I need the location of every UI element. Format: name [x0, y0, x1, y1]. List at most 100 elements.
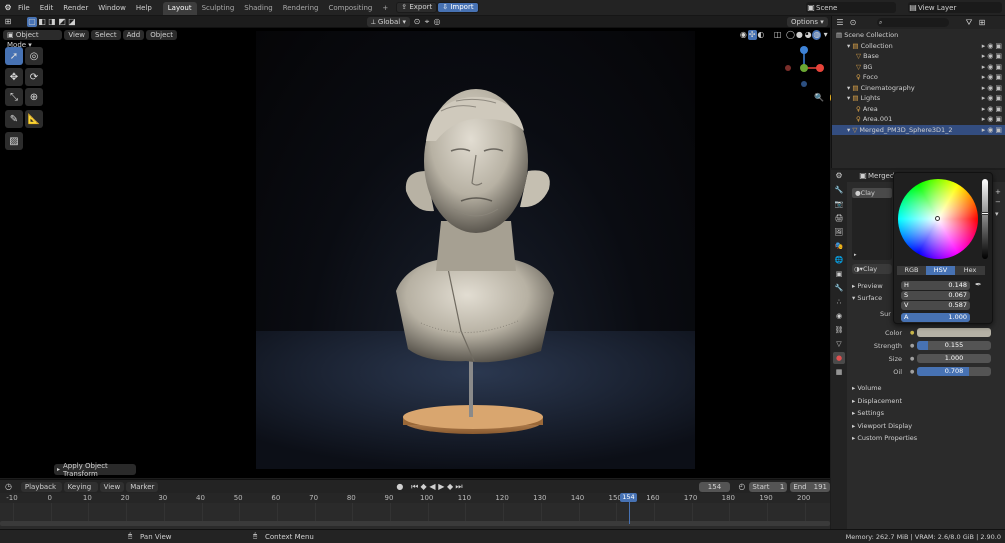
record-icon[interactable]: ●	[395, 482, 404, 492]
texture-tab-icon[interactable]: ▦	[833, 366, 845, 378]
slot-menu-icon[interactable]: ▾	[995, 210, 1003, 218]
tab-layout[interactable]: Layout	[162, 1, 197, 15]
tool-tab-icon[interactable]: 🔧	[833, 184, 845, 196]
output-tab-icon[interactable]: 🖨	[833, 212, 845, 224]
saturation-field[interactable]: S 0.067	[901, 291, 970, 300]
menu-keying[interactable]: Keying ▾	[63, 481, 98, 501]
editor-type-icon[interactable]: ⊞	[3, 17, 13, 27]
playhead-badge[interactable]: 154	[620, 493, 637, 502]
jump-keyframe-forward-icon[interactable]: ◆	[446, 482, 455, 492]
visibility-toggles-icon[interactable]: ▸◉▣	[982, 104, 1004, 115]
select-invert-icon[interactable]: ◩	[57, 17, 67, 27]
alpha-slider[interactable]: A 1.000	[901, 313, 970, 322]
outliner-item[interactable]: ♀ Foco ▸◉▣	[832, 72, 1005, 83]
tab-compositing[interactable]: Compositing	[323, 2, 377, 15]
start-frame-field[interactable]: Start 1	[749, 481, 788, 492]
menu-add[interactable]: Add	[122, 30, 145, 40]
outliner-item[interactable]: ♀ Area.001 ▸◉▣	[832, 114, 1005, 125]
gizmo-neg-z-axis[interactable]	[801, 81, 807, 87]
clock-icon[interactable]: ◴	[738, 482, 747, 492]
last-operator-panel[interactable]: ▸ Apply Object Transform	[54, 462, 136, 478]
constraints-tab-icon[interactable]: ⛓	[833, 324, 845, 336]
eyedropper-icon[interactable]: ✒	[975, 280, 982, 289]
list-resize-icon[interactable]: ▸	[854, 252, 857, 258]
object-tab-icon[interactable]: ▣	[833, 268, 845, 280]
view-layer-tab-icon[interactable]: 🖼	[833, 226, 845, 238]
select-tool-icon[interactable]: ➚	[5, 47, 23, 65]
shading-rendered-icon[interactable]: ◍	[812, 30, 822, 40]
blender-logo-icon[interactable]: ⚙	[3, 3, 13, 13]
hsv-mode-tab[interactable]: HSV	[926, 266, 955, 275]
tab-sculpting[interactable]: Sculpting	[197, 2, 240, 15]
preview-section-header[interactable]: ▸ Preview	[852, 282, 883, 290]
shading-options-icon[interactable]: ▾	[821, 30, 830, 40]
outliner-item[interactable]: ▾ ▤ Lights ▸◉▣	[832, 93, 1005, 104]
rotate-tool-icon[interactable]: ⟳	[25, 68, 43, 86]
gizmo-neg-x-axis[interactable]	[785, 65, 791, 71]
shading-wireframe-icon[interactable]: ◯	[786, 30, 795, 40]
menu-edit[interactable]: Edit	[35, 0, 59, 16]
socket-dot-icon[interactable]: ●	[910, 343, 914, 349]
tab-rendering[interactable]: Rendering	[278, 2, 324, 15]
socket-dot-icon[interactable]: ●	[910, 369, 914, 375]
displacement-section-header[interactable]: ▸ Displacement	[852, 397, 902, 405]
gizmo-y-axis[interactable]	[800, 64, 808, 72]
play-reverse-icon[interactable]: ◀	[428, 482, 437, 492]
menu-view[interactable]: View	[64, 30, 90, 40]
menu-marker[interactable]: Marker	[126, 481, 159, 492]
zoom-icon[interactable]: 🔍	[813, 93, 825, 105]
select-extend-icon[interactable]: ◧	[37, 17, 47, 27]
material-slot-item[interactable]: ● Clay	[852, 188, 892, 198]
material-tab-icon[interactable]: ●	[833, 352, 845, 364]
menu-select[interactable]: Select	[91, 30, 121, 40]
add-workspace-button[interactable]: +	[377, 2, 393, 15]
custom-properties-section-header[interactable]: ▸ Custom Properties	[852, 434, 917, 442]
gizmo-toggle-icon[interactable]: ✣	[747, 30, 757, 40]
visibility-toggles-icon[interactable]: ▸◉▣	[982, 62, 1004, 73]
new-collection-icon[interactable]: ⊞	[977, 18, 987, 28]
outliner-item[interactable]: ▾ ▤ Collection ▸◉▣	[832, 41, 1005, 52]
jump-keyframe-back-icon[interactable]: ◆	[419, 482, 428, 492]
color-wheel-cursor[interactable]	[935, 216, 940, 221]
filter-icon[interactable]: ⛛	[964, 18, 974, 28]
jump-start-icon[interactable]: ⏮	[410, 482, 419, 492]
socket-dot-icon[interactable]: ●	[910, 330, 914, 336]
current-frame-field[interactable]: 154	[699, 481, 730, 492]
cursor-tool-icon[interactable]: ◎	[25, 47, 43, 65]
data-tab-icon[interactable]: ▽	[833, 338, 845, 350]
visibility-toggles-icon[interactable]: ▸◉▣	[982, 72, 1004, 83]
outliner-search-input[interactable]: ⌕	[877, 18, 949, 27]
proportional-edit-icon[interactable]: ◎	[432, 17, 442, 27]
visibility-icon[interactable]: ◉	[739, 30, 748, 40]
menu-view-timeline[interactable]: View	[99, 481, 125, 492]
scene-selector[interactable]: ▣ Scene	[806, 2, 896, 13]
snap-icon[interactable]: ⌖	[422, 17, 432, 27]
scale-tool-icon[interactable]: ⤡	[5, 88, 23, 106]
value-slider-handle[interactable]	[981, 212, 989, 215]
select-intersect-icon[interactable]: ◪	[67, 17, 77, 27]
visibility-toggles-icon[interactable]: ▸◉▣	[982, 93, 1004, 104]
measure-tool-icon[interactable]: 📐	[25, 110, 43, 128]
render-tab-icon[interactable]: 📷	[833, 198, 845, 210]
xray-toggle-icon[interactable]: ◫	[773, 30, 782, 40]
menu-playback[interactable]: Playback ▾	[20, 481, 62, 501]
select-box-mode-icon[interactable]: ▢	[27, 16, 37, 27]
gizmo-z-axis[interactable]	[800, 46, 808, 54]
particles-tab-icon[interactable]: ∴	[833, 296, 845, 308]
physics-tab-icon[interactable]: ◉	[833, 310, 845, 322]
navigation-gizmo[interactable]	[780, 44, 828, 92]
add-slot-icon[interactable]: +	[995, 188, 1003, 196]
settings-section-header[interactable]: ▸ Settings	[852, 409, 884, 417]
pivot-icon[interactable]: ⊙	[412, 17, 422, 27]
timeline-editor-icon[interactable]: ◷	[4, 482, 13, 492]
world-tab-icon[interactable]: 🌐	[833, 254, 845, 266]
outliner-item[interactable]: ▽ BG ▸◉▣	[832, 62, 1005, 73]
visibility-toggles-icon[interactable]: ▸◉▣	[982, 41, 1004, 52]
display-mode-icon[interactable]: ⊙	[848, 18, 858, 28]
visibility-toggles-icon[interactable]: ▸◉▣	[982, 83, 1004, 94]
value-field[interactable]: V 0.587	[901, 301, 970, 310]
import-button[interactable]: ⇩ Import	[437, 2, 479, 13]
hsv-color-wheel[interactable]	[898, 179, 978, 259]
scene-tab-icon[interactable]: 🎭	[833, 240, 845, 252]
socket-dot-icon[interactable]: ●	[910, 356, 914, 362]
